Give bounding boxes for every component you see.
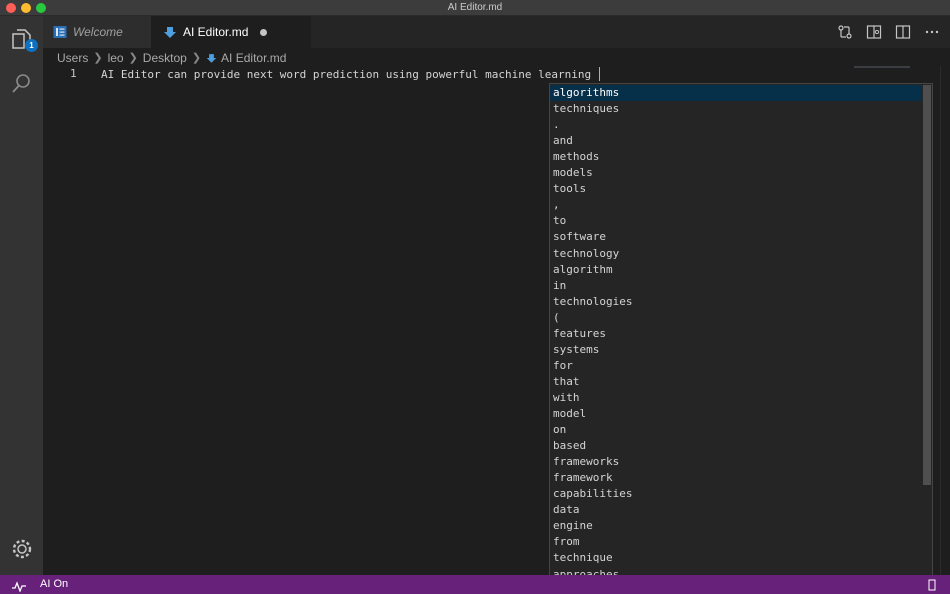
suggestion-item[interactable]: algorithm — [550, 262, 922, 278]
suggestion-item[interactable]: tools — [550, 181, 922, 197]
suggestion-item[interactable]: algorithms — [550, 85, 922, 101]
suggestion-item[interactable]: systems — [550, 342, 922, 358]
editor-scrollbar[interactable] — [940, 66, 950, 575]
breadcrumb-leo[interactable]: leo — [108, 51, 124, 65]
suggestion-item[interactable]: models — [550, 165, 922, 181]
code-line-text: AI Editor can provide next word predicti… — [101, 68, 598, 81]
suggestion-item[interactable]: in — [550, 278, 922, 294]
suggestion-item[interactable]: . — [550, 117, 922, 133]
editor-actions — [824, 24, 940, 40]
suggestion-item[interactable]: ( — [550, 310, 922, 326]
suggestion-item[interactable]: frameworks — [550, 454, 922, 470]
notification-icon[interactable] — [927, 578, 937, 591]
tab-ai-editor-label: AI Editor.md — [183, 25, 249, 39]
suggestion-item[interactable]: from — [550, 534, 922, 550]
activity-bar: 1 — [0, 16, 43, 575]
suggestion-item[interactable]: software — [550, 229, 922, 245]
breadcrumb-file[interactable]: AI Editor.md — [221, 51, 286, 65]
tab-welcome[interactable]: Welcome — [43, 16, 151, 48]
breadcrumb-desktop[interactable]: Desktop — [143, 51, 187, 65]
open-preview-icon[interactable] — [866, 24, 882, 40]
suggestion-item[interactable]: and — [550, 133, 922, 149]
unsaved-changes-dot[interactable] — [260, 28, 268, 36]
suggestion-item[interactable]: data — [550, 502, 922, 518]
suggestion-item[interactable]: that — [550, 374, 922, 390]
more-actions-icon[interactable] — [924, 24, 940, 40]
chevron-right-icon: ❯ — [93, 52, 103, 64]
markdown-file-icon — [206, 52, 217, 64]
suggestion-item[interactable]: with — [550, 390, 922, 406]
suggestion-item[interactable]: engine — [550, 518, 922, 534]
gear-icon[interactable] — [9, 536, 35, 562]
breadcrumb: Users ❯ leo ❯ Desktop ❯ AI Editor.md — [57, 49, 286, 66]
suggestion-item[interactable]: capabilities — [550, 486, 922, 502]
tab-welcome-label: Welcome — [73, 25, 123, 39]
tab-ai-editor[interactable]: AI Editor.md — [151, 16, 311, 48]
suggestion-item[interactable]: techniques — [550, 101, 922, 117]
welcome-icon — [53, 25, 67, 39]
window-title: AI Editor.md — [447, 2, 503, 13]
suggestion-item[interactable]: on — [550, 422, 922, 438]
suggestion-item[interactable]: methods — [550, 149, 922, 165]
chevron-right-icon: ❯ — [191, 52, 202, 64]
line-number: 1 — [70, 67, 77, 80]
explorer-badge: 1 — [25, 39, 38, 52]
minimap[interactable] — [854, 66, 910, 68]
ai-status-label[interactable]: AI On — [40, 578, 68, 590]
suggestion-item[interactable]: to — [550, 213, 922, 229]
tab-bar: Welcome AI Editor.md — [43, 16, 950, 48]
suggestion-item[interactable]: features — [550, 326, 922, 342]
markdown-file-icon — [163, 25, 177, 39]
compare-changes-icon[interactable] — [837, 24, 853, 40]
suggestion-item[interactable]: model — [550, 406, 922, 422]
suggestion-item[interactable]: technologies — [550, 294, 922, 310]
status-bar: AI On — [0, 575, 950, 594]
suggestion-item[interactable]: based — [550, 438, 922, 454]
title-bar: AI Editor.md — [0, 0, 950, 16]
split-editor-icon[interactable] — [895, 24, 911, 40]
search-icon[interactable] — [9, 71, 35, 97]
suggestion-item[interactable]: for — [550, 358, 922, 374]
chevron-right-icon: ❯ — [128, 52, 138, 64]
ai-activity-icon[interactable] — [12, 579, 26, 593]
text-cursor — [598, 67, 600, 81]
suggestion-scrollbar[interactable] — [923, 85, 931, 485]
suggestion-list: algorithms techniques. and methods models too… — [549, 83, 933, 594]
suggestion-item[interactable]: technology — [550, 246, 922, 262]
suggestion-item[interactable]: technique — [550, 550, 922, 566]
code-line[interactable]: AI Editor can provide next word predicti… — [101, 67, 600, 81]
breadcrumb-users[interactable]: Users — [57, 51, 88, 65]
suggestion-item[interactable]: , — [550, 197, 922, 213]
suggestion-item[interactable]: framework — [550, 470, 922, 486]
